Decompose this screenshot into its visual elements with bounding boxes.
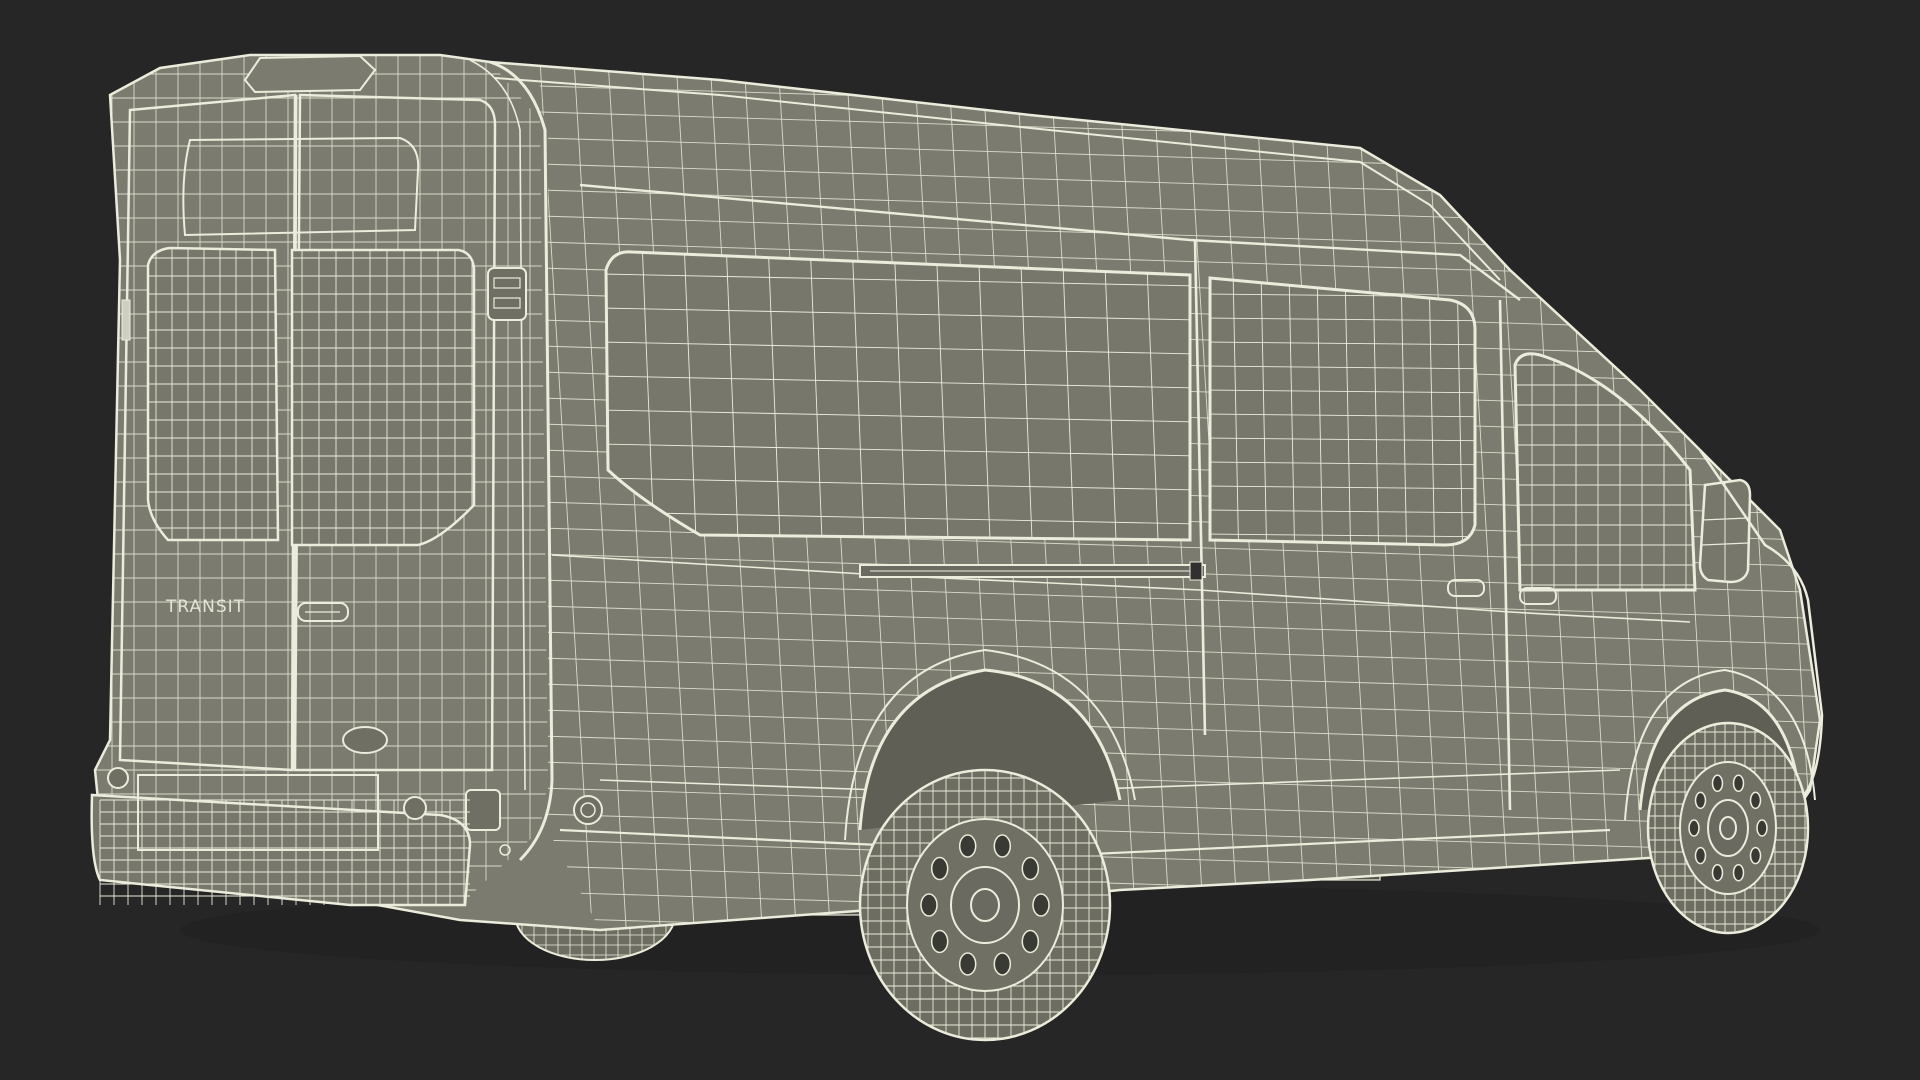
rear-light-left <box>107 767 129 789</box>
wheel-vent-hole <box>993 952 1012 976</box>
rear-window-right <box>290 248 476 547</box>
roof-spoiler <box>243 54 377 94</box>
rear-hinge-lower <box>465 789 501 831</box>
wheel-vent-hole <box>993 834 1012 858</box>
van-wireframe-render: TRANSIT <box>90 53 1824 1042</box>
wheel-vent-hole <box>1688 819 1700 837</box>
wheel-vent-hole <box>1021 856 1040 881</box>
wheel-vent-hole <box>1749 846 1762 865</box>
render-viewport: TRANSIT <box>0 0 1920 1080</box>
wheel-vent-hole <box>958 834 977 858</box>
wheel-vent-hole <box>1032 893 1050 917</box>
wheel-vent-hole <box>1694 846 1707 865</box>
brand-emblem <box>342 726 388 754</box>
sliding-door-window <box>1208 276 1477 547</box>
wheel-vent-hole <box>1711 774 1724 793</box>
wheel-vent-hole <box>1756 819 1768 837</box>
wheel-vent-hole <box>930 929 949 954</box>
wheel-vent-hole <box>1711 863 1724 882</box>
wheel-vent-hole <box>1021 929 1040 954</box>
side-window <box>604 250 1192 542</box>
sliding-door-rail <box>859 561 1206 581</box>
wheel-vent-hole <box>1732 863 1745 882</box>
wheel-vent-hole <box>930 856 949 881</box>
rear-light-center <box>403 796 427 820</box>
rear-light-right <box>573 795 603 825</box>
rear-window-left <box>146 246 280 542</box>
rear-hinge-upper <box>487 267 527 321</box>
side-mirror <box>1698 478 1752 584</box>
wheel-vent-hole <box>1749 791 1762 810</box>
rear-badge: TRANSIT <box>165 597 245 617</box>
rear-side-marker <box>121 299 131 341</box>
wheel-vent-hole <box>958 952 977 976</box>
wheel-vent-hole <box>920 893 938 917</box>
wheel-vent-hole <box>1732 774 1745 793</box>
wheel-vent-hole <box>1694 791 1707 810</box>
